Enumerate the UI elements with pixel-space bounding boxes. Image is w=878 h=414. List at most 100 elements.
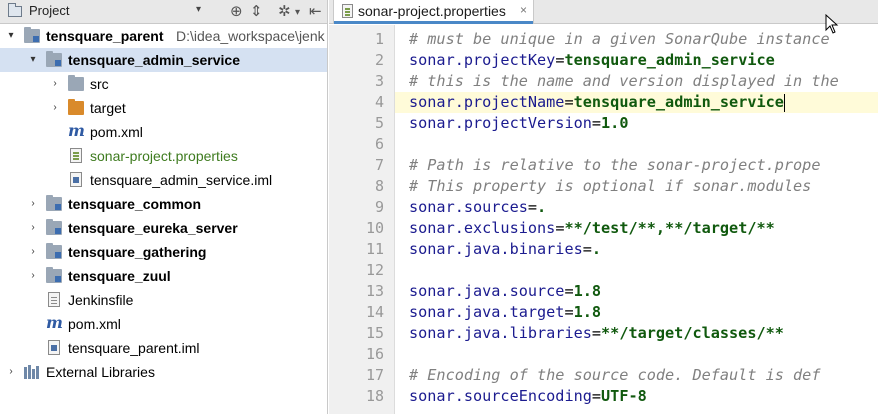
comment-text: # this is the name and version displayed… [409,72,839,90]
property-value: **/test/**,**/target/** [564,219,775,237]
tree-item-label: External Libraries [46,364,155,380]
line-number: 10 [365,219,384,237]
tree-item[interactable]: m pom.xml [0,312,327,336]
line-number: 17 [365,366,384,384]
comment-text: # must be unique in a given SonarQube in… [409,30,830,48]
property-value: 1.0 [601,114,629,132]
chevron-right-icon[interactable]: › [50,78,60,90]
chevron-right-icon[interactable]: › [6,366,16,378]
property-value: . [537,198,547,216]
property-key: sonar.java.target [409,303,565,321]
excluded-folder-icon [68,99,84,115]
tree-item-label: pom.xml [90,124,143,140]
property-key: sonar.java.libraries [409,324,592,342]
tree-item-label: tensquare_zuul [68,268,171,284]
hide-icon[interactable]: ⇤ [309,2,322,22]
project-panel-title[interactable]: Project [29,3,69,18]
code-line: sonar.exclusions=**/test/**,**/target/** [409,218,775,239]
tree-item[interactable]: › tensquare_gathering [0,240,327,264]
tree-item-label: pom.xml [68,316,121,332]
code-line: # This property is optional if sonar.mod… [409,176,811,197]
property-key: sonar.java.binaries [409,240,583,258]
iml-file-icon [70,172,82,187]
chevron-right-icon[interactable]: › [28,270,38,282]
maven-icon: m [68,121,85,140]
line-number: 14 [365,303,384,321]
property-value: tensquare_admin_service [573,93,784,111]
tree-item-path: D:\idea_workspace\jenk [176,28,325,44]
equals-sign: = [527,198,538,216]
code-line: # must be unique in a given SonarQube in… [409,29,830,50]
line-number: 18 [365,387,384,405]
gear-dropdown-icon[interactable]: ▾ [295,3,300,23]
property-value: . [591,240,602,258]
line-number: 11 [365,240,384,258]
equals-sign: = [591,114,602,132]
tree-item-label: src [90,76,109,92]
property-key: sonar.sourceEncoding [409,387,592,405]
property-key: sonar.exclusions [409,219,556,237]
module-folder-icon [46,243,62,259]
property-value: 1.8 [573,282,602,300]
project-panel: Project ▾ ⊕ ⇕ ✲ ▾ ⇤ ▾ tensquare_parent D:\… [0,0,328,414]
property-key: sonar.sources [409,198,528,216]
chevron-down-icon[interactable]: ▾ [6,30,16,42]
code-line: # Encoding of the source code. Default i… [409,365,820,386]
chevron-right-icon[interactable]: › [28,222,38,234]
tree-item-label: tensquare_eureka_server [68,220,238,236]
tree-item[interactable]: › src [0,72,327,96]
tree-item[interactable]: › tensquare_zuul [0,264,327,288]
library-bar [32,369,35,379]
tree-item[interactable]: › target [0,96,327,120]
tree-item[interactable]: m pom.xml [0,120,327,144]
text-file-icon [48,292,60,307]
tree-item[interactable]: tensquare_admin_service.iml [0,168,327,192]
module-folder-icon [24,27,40,43]
chevron-right-icon[interactable]: › [28,246,38,258]
line-number: 5 [374,114,384,132]
chevron-right-icon[interactable]: › [28,198,38,210]
module-folder-icon [46,51,62,67]
project-icon [8,3,22,17]
tree-item[interactable]: sonar-project.properties [0,144,327,168]
line-number: 4 [374,93,384,111]
code-area[interactable]: # must be unique in a given SonarQube in… [395,25,878,414]
gear-icon[interactable]: ✲ [278,2,291,22]
code-line: sonar.java.libraries=**/target/classes/*… [409,323,784,344]
tree-item-label: tensquare_parent [46,28,164,44]
tab-sonar-project-properties[interactable]: sonar-project.properties × [333,0,534,24]
line-number: 3 [374,72,384,90]
chevron-down-icon[interactable]: ▾ [196,4,201,15]
editor-tabbar: sonar-project.properties × [329,0,878,34]
line-number: 12 [365,261,384,279]
library-bar [36,366,39,379]
line-number: 15 [365,324,384,342]
editor: sonar-project.properties × 1 2 3 4 5 6 7 8 9 10 11… [329,0,878,414]
code-line: sonar.projectName=tensquare_admin_servic… [409,92,785,113]
folder-icon [68,75,84,91]
property-value: UTF-8 [601,387,647,405]
maven-icon: m [46,313,63,332]
chevron-right-icon[interactable]: › [50,102,60,114]
tree-item[interactable]: tensquare_parent.iml [0,336,327,360]
iml-file-icon [48,340,60,355]
code-line: sonar.sourceEncoding=UTF-8 [409,386,647,407]
target-icon[interactable]: ⊕ [230,2,243,22]
equals-sign: = [564,93,574,111]
collapse-icon[interactable]: ⇕ [250,2,263,22]
tree-item[interactable]: ▾ tensquare_parent D:\idea_workspace\jenk [0,24,327,48]
code-line: # this is the name and version displayed… [409,71,839,92]
tree-item[interactable]: ▾ tensquare_admin_service [0,48,327,72]
tree-item[interactable]: › tensquare_eureka_server [0,216,327,240]
equals-sign: = [564,282,574,300]
close-icon[interactable]: × [520,3,527,17]
tree-item[interactable]: › External Libraries [0,360,327,384]
property-key: sonar.projectName [409,93,565,111]
chevron-down-icon[interactable]: ▾ [28,54,38,66]
tree-item[interactable]: › tensquare_common [0,192,327,216]
tree-item[interactable]: Jenkinsfile [0,288,327,312]
property-key: sonar.projectKey [409,51,556,69]
tree-item-label: Jenkinsfile [68,292,134,308]
module-folder-icon [46,219,62,235]
project-panel-header: Project ▾ ⊕ ⇕ ✲ ▾ ⇤ [0,0,327,24]
